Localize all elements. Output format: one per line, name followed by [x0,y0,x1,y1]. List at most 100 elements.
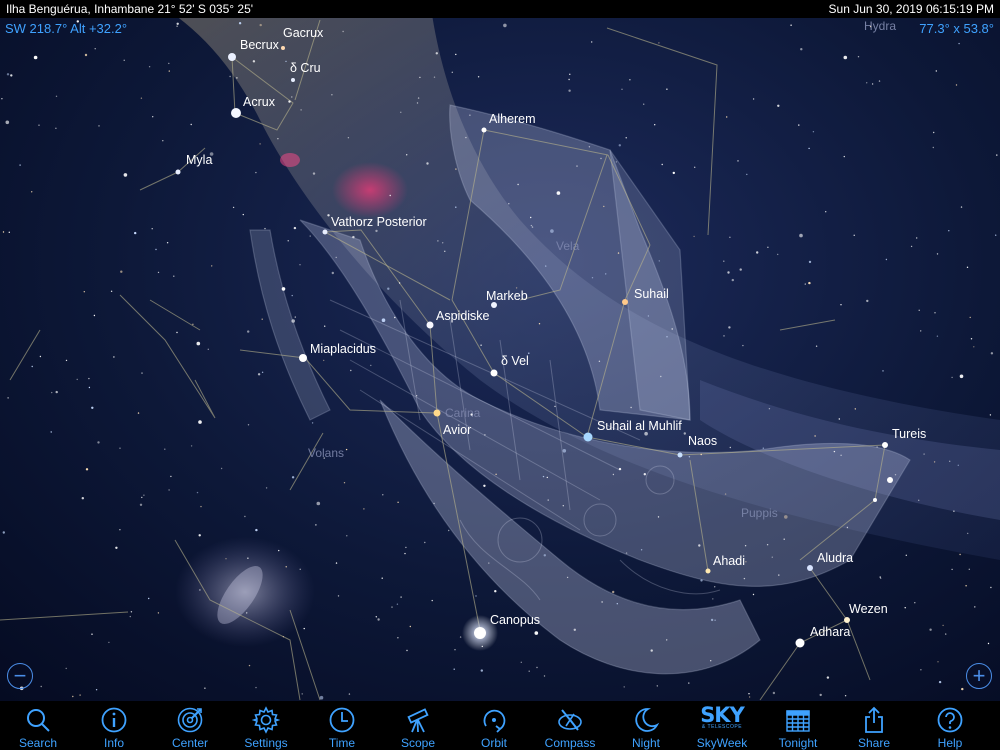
background-star [569,73,571,76]
background-star [435,52,438,55]
background-star [281,287,286,291]
toolbar-settings-button[interactable]: Settings [228,701,304,750]
background-star [739,268,742,271]
background-star [247,424,250,426]
background-star [400,596,402,598]
clock-icon [329,707,355,733]
background-star [347,137,350,139]
toolbar-scope-button[interactable]: Scope [380,701,456,750]
background-star [935,70,937,72]
background-star [910,245,913,248]
toolbar-skyweek-button[interactable]: SKY & TELESCOPE SkyWeek [684,701,760,750]
constellation-label-vela: Vela [556,239,580,253]
background-star [951,568,953,571]
background-star [259,143,261,145]
background-star [198,534,201,537]
background-star [199,589,201,591]
background-star [914,602,916,604]
constellation-label-hydra: Hydra [864,19,896,33]
background-star [232,206,235,209]
background-star [164,448,166,450]
background-star [261,371,264,373]
background-star [176,25,178,27]
toolbar-tonight-button[interactable]: Tonight [760,701,836,750]
background-star [350,369,352,372]
background-star [936,253,939,255]
background-star [752,593,755,596]
background-star [621,88,623,91]
background-star [714,586,716,588]
background-star [568,78,570,81]
background-star [767,246,769,248]
toolbar-compass-button[interactable]: Compass [532,701,608,750]
star-label-tureis: Tureis [892,427,926,441]
background-star [934,312,936,314]
background-star [530,216,532,219]
background-star [220,467,223,470]
toolbar-share-button[interactable]: Share [836,701,912,750]
background-star [79,694,81,696]
toolbar-time-button[interactable]: Time [304,701,380,750]
sky-view[interactable]: Hydra Vela Carina Volans Puppis Gacrux B… [0,0,1000,750]
background-star [299,264,301,266]
toolbar-search-button[interactable]: Search [0,701,76,750]
background-star [433,502,435,505]
background-star [442,242,444,244]
background-star [342,30,344,33]
background-star [370,364,372,367]
background-star [562,505,564,507]
background-star [316,501,321,506]
star-label-aspidiske: Aspidiske [436,309,490,323]
background-star [287,240,289,242]
toolbar-night-button[interactable]: Night [608,701,684,750]
star-label-wezen: Wezen [849,602,888,616]
background-star [483,484,486,487]
star-acrux [231,108,241,118]
background-star [5,120,10,125]
background-star [959,553,961,556]
background-star [437,240,439,242]
background-star [453,668,455,670]
background-star [299,568,301,570]
toolbar-orbit-button[interactable]: Orbit [456,701,532,750]
background-star [995,234,997,236]
toolbar-center-button[interactable]: Center [152,701,228,750]
background-star [825,211,827,213]
background-star [819,693,822,697]
background-star [804,283,806,285]
background-star [731,278,734,282]
background-star [543,554,546,557]
background-star [777,104,780,108]
toolbar-search-label: Search [18,736,58,750]
background-star [65,359,68,362]
background-star [961,687,964,691]
background-star [404,552,406,555]
background-star [647,315,650,317]
background-star [33,55,38,60]
background-star [2,231,5,233]
center-target-icon [177,707,203,733]
background-star [363,508,365,510]
background-star [475,595,477,597]
toolbar-help-button[interactable]: Help [912,701,988,750]
background-star [143,494,145,496]
background-star [660,375,662,378]
constellation-label-puppis: Puppis [741,506,778,520]
zoom-in-button[interactable]: + [966,663,992,689]
background-star [615,161,618,163]
background-star [168,70,170,72]
background-star [288,100,291,103]
zoom-out-button[interactable]: − [7,663,33,689]
background-star [661,163,663,166]
background-star [400,111,402,114]
toolbar-help-label: Help [937,736,963,750]
background-star [387,287,390,290]
background-star [756,251,759,254]
toolbar-info-button[interactable]: Info [76,701,152,750]
star-adhara [795,638,805,648]
star-naos [677,452,683,458]
star-label-alherem: Alherem [489,112,536,126]
compass-icon [558,709,582,731]
background-star [141,496,143,499]
background-star [918,499,920,501]
